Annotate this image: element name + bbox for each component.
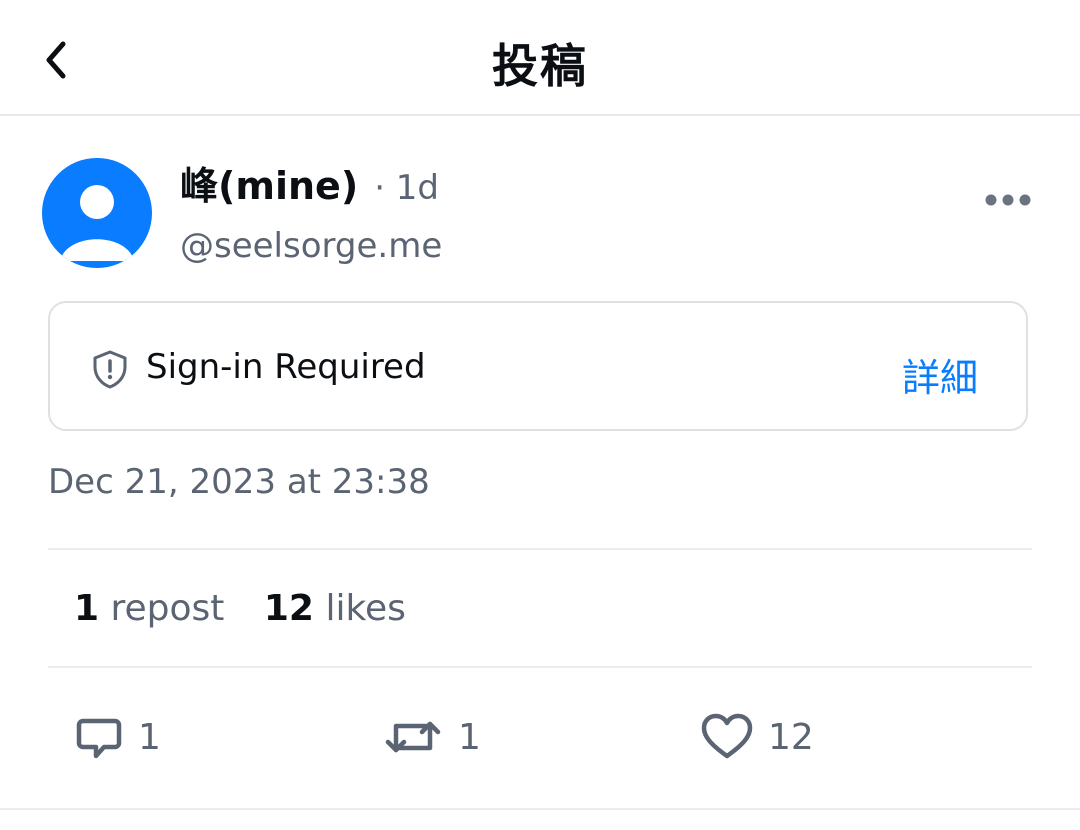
repost-icon xyxy=(385,721,441,753)
heart-icon xyxy=(701,713,753,759)
details-link[interactable]: 詳細 xyxy=(902,347,978,402)
reply-button[interactable]: 1 xyxy=(74,712,161,762)
more-horizontal-icon xyxy=(985,194,1031,206)
content-warning-box: Sign-in Required 詳細 xyxy=(48,301,1028,431)
likes-label: likes xyxy=(325,588,406,629)
likes-stat[interactable]: 12 likes xyxy=(264,588,406,629)
author-handle[interactable]: @seelsorge.me xyxy=(180,226,442,266)
engagement-stats: 1 repost 12 likes xyxy=(74,588,434,629)
reply-bubble-icon xyxy=(76,718,122,759)
author-display-name[interactable]: 峰(mine) xyxy=(180,155,358,210)
reply-count: 1 xyxy=(138,716,161,758)
repost-count: 1 xyxy=(458,716,481,758)
top-bar: 投稿 xyxy=(0,0,1080,116)
likes-count: 12 xyxy=(263,588,314,629)
reposts-label: repost xyxy=(110,588,225,629)
like-count: 12 xyxy=(768,716,814,758)
divider xyxy=(48,666,1032,668)
divider xyxy=(48,548,1032,550)
divider xyxy=(0,808,1080,810)
default-avatar-icon xyxy=(60,185,134,261)
post-time-ago: · 1d xyxy=(374,168,440,208)
content-warning-label: Sign-in Required xyxy=(146,347,426,387)
like-button[interactable]: 12 xyxy=(700,712,814,762)
shield-exclamation-icon xyxy=(93,350,127,389)
reposts-stat[interactable]: 1 repost xyxy=(74,588,224,629)
author-row: 峰(mine) · 1d xyxy=(180,155,439,210)
post-actions: 1 1 12 xyxy=(0,712,1080,772)
repost-button[interactable]: 1 xyxy=(382,712,481,762)
more-options-button[interactable] xyxy=(980,182,1036,218)
page-title: 投稿 xyxy=(492,39,588,93)
reposts-count: 1 xyxy=(74,588,100,629)
post-timestamp: Dec 21, 2023 at 23:38 xyxy=(48,462,430,502)
avatar[interactable] xyxy=(42,158,152,268)
